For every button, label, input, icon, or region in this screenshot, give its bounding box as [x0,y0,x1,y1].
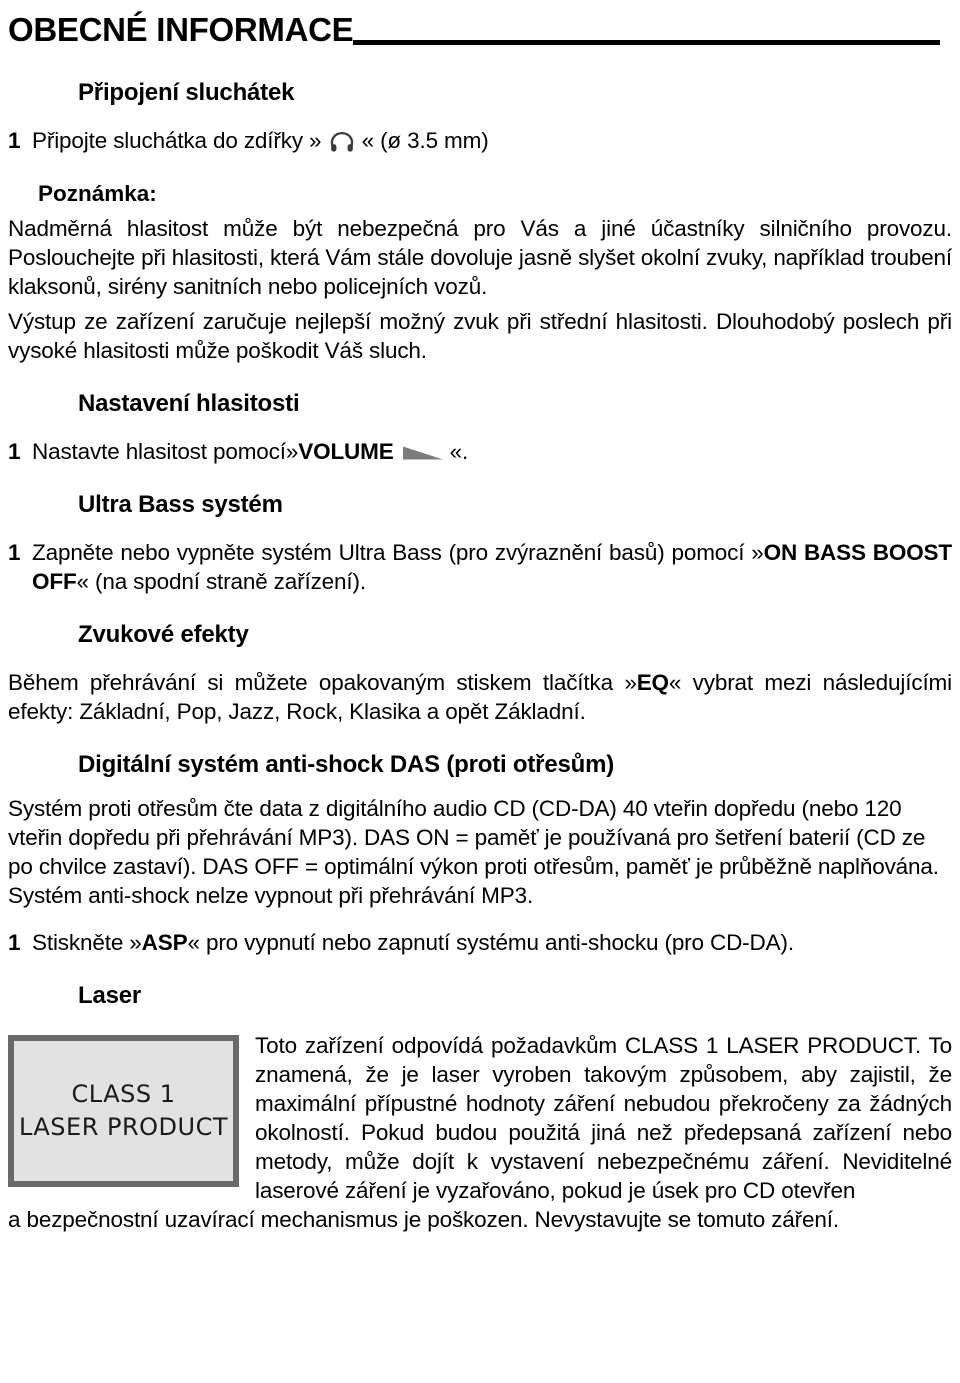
step-number: 1 [8,930,21,955]
headphone-icon [330,131,354,153]
section-heading-ultra-bass: Ultra Bass systém [78,491,283,518]
keyword-volume: VOLUME [298,439,394,464]
das-paragraph-2: Systém anti-shock nelze vypnout při přeh… [8,883,534,908]
laser-paragraph-tail: a bezpečnostní uzavírací mechanismus je … [8,1207,839,1232]
step-connect-headphones: 1 Připojte sluchátka do zdířky » « (ø 3.… [8,126,952,155]
step-text-after-icon: « (ø 3.5 mm) [361,128,489,153]
page-header: OBECNÉ INFORMACE [8,4,952,48]
section-heading-volume: Nastavení hlasitosti [78,390,300,417]
das-paragraph-1: Systém proti otřesům čte data z digitáln… [8,796,939,879]
section-heading-das: Digitální systém anti-shock DAS (proti o… [78,751,615,778]
step-text-before-icon: Připojte sluchátka do zdířky » [32,128,322,153]
step-ultra-bass: 1 Zapněte nebo vypněte systém Ultra Bass… [8,538,952,596]
laser-block: CLASS 1 LASER PRODUCT Toto zařízení odpo… [8,1031,952,1234]
step-number: 1 [8,128,21,153]
header-underline-rule [353,40,940,45]
step-text-part-1: Zapněte nebo vypněte systém Ultra Bass (… [32,540,764,565]
section-heading-laser: Laser [78,982,142,1009]
note-label: Poznámka: [38,181,157,206]
step-text-part-2: « pro vypnutí nebo zapnutí systému anti-… [187,930,795,955]
section-heading-sound-effects: Zvukové efekty [78,621,249,648]
class-1-laser-product-label: CLASS 1 LASER PRODUCT [8,1035,239,1187]
note-paragraph-2: Výstup ze zařízení zaručuje nejlepší mož… [8,309,952,363]
step-text: Stiskněte »ASP« pro vypnutí nebo zapnutí… [32,928,952,957]
step-text: Nastavte hlasitost pomocí»VOLUME «. [32,437,952,466]
keyword-asp: ASP [141,930,188,955]
document-page: OBECNÉ INFORMACE Připojení sluchátek 1 P… [0,4,960,1383]
volume-wedge-icon [402,439,444,460]
step-text-after-icon: «. [449,439,469,464]
keyword-eq: EQ [636,670,669,695]
laser-label-line-1: CLASS 1 [71,1080,176,1108]
section-heading-headphones: Připojení sluchátek [78,79,295,106]
step-text-before-keyword: Nastavte hlasitost pomocí» [32,439,299,464]
step-number: 1 [8,540,21,565]
note-paragraph-1: Nadměrná hlasitost může být nebezpečná p… [8,216,952,299]
step-text-part-1: Stiskněte » [32,930,142,955]
laser-label-line-2: LASER PRODUCT [18,1113,229,1141]
sound-effects-paragraph: Během přehrávání si můžete opakovaným st… [8,668,952,726]
step-text: Připojte sluchátka do zdířky » « (ø 3.5 … [32,126,952,155]
step-asp: 1 Stiskněte »ASP« pro vypnutí nebo zapnu… [8,928,952,957]
step-text-part-2: « (na spodní straně zařízení). [76,569,367,594]
page-title: OBECNÉ INFORMACE [8,11,354,48]
step-set-volume: 1 Nastavte hlasitost pomocí»VOLUME «. [8,437,952,466]
step-text: Zapněte nebo vypněte systém Ultra Bass (… [32,538,952,596]
step-number: 1 [8,439,21,464]
sound-effects-text-part-1: Během přehrávání si můžete opakovaným st… [8,670,637,695]
